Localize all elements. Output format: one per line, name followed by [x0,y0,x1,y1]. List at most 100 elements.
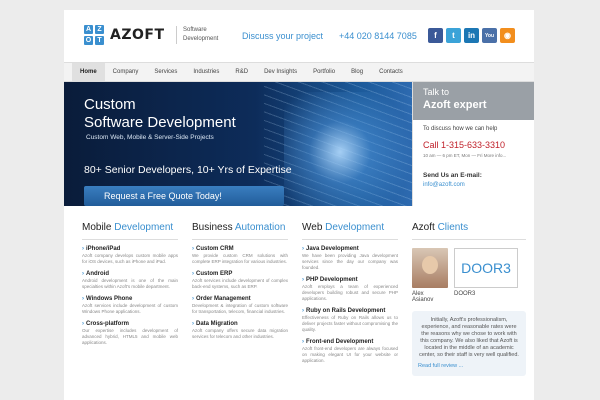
client-person-last: Asianov [412,297,434,303]
client-photo [412,248,448,288]
item-title[interactable]: Custom CRM [192,246,288,252]
talk-heading: Azoft expert [423,99,487,111]
nav-services[interactable]: Services [146,63,185,81]
nav-home[interactable]: Home [72,63,105,81]
clients-panel: Azoft Clients DOOR3 Alex Asianov DOOR3 In… [412,222,526,376]
list-item: Front-end DevelopmentAzoft front-end dev… [302,339,398,364]
column-heading: Business Automation [192,222,288,240]
talk-email-label: Send Us an E-mail: [423,172,482,179]
talk-intro: To discuss how we can help [423,126,498,132]
talk-header: Talk to Azoft expert [413,82,534,120]
services-section: Mobile Development iPhone/iPadAzoft comp… [64,206,534,400]
linkedin-icon[interactable]: in [464,28,479,43]
talk-heading: Talk to [423,87,450,97]
client-logo[interactable]: DOOR3 [454,248,518,288]
quote-text: Initially, Azoft's professionalism, expe… [419,317,519,358]
list-item: AndroidAndroid development is one of the… [82,271,178,290]
item-title[interactable]: iPhone/iPad [82,246,178,252]
item-title[interactable]: Android [82,271,178,277]
heading-text: Mobile [82,222,115,233]
nav-company[interactable]: Company [105,63,147,81]
heading-text: Azoft [412,222,438,233]
talk-to-expert-panel: Talk to Azoft expert To discuss how we c… [412,82,534,206]
social-links: f t in You ◉ [428,28,515,43]
item-title[interactable]: Data Migration [192,321,288,327]
client-names: Alex Asianov DOOR3 [412,291,526,303]
client-company-name: DOOR3 [454,291,476,297]
twitter-icon[interactable]: t [446,28,461,43]
item-title[interactable]: Order Management [192,296,288,302]
item-title[interactable]: Cross-platform [82,321,178,327]
nav-dev-insights[interactable]: Dev Insights [256,63,305,81]
tagline: Software Development [176,26,218,44]
site-header: A Z O T AZOFT Software Development Discu… [64,10,534,62]
list-item: Ruby on Rails DevelopmentEffectiveness o… [302,308,398,333]
item-title[interactable]: Front-end Development [302,339,398,345]
column-heading: Mobile Development [82,222,178,240]
page: A Z O T AZOFT Software Development Discu… [64,10,534,400]
list-item: iPhone/iPadAzoft company develops custom… [82,246,178,265]
main-nav: Home Company Services Industries R&D Dev… [64,62,534,82]
item-desc: Azoft company offers secure data migrati… [192,328,288,339]
logo-mark-icon: A Z O T [84,25,104,45]
banner-title: Software Development [84,114,236,131]
logo[interactable]: A Z O T AZOFT [84,25,165,45]
item-desc: Azoft services include development of cu… [82,303,178,314]
logo-mark-letter: A [84,25,93,34]
item-desc: Azoft employs a team of experienced deve… [302,284,398,301]
client-row: DOOR3 [412,248,526,288]
tagline-line: Software [183,27,207,33]
talk-call-phone[interactable]: Call 1-315-633-3310 [423,140,534,150]
item-title[interactable]: Java Development [302,246,398,252]
list-item: Order ManagementDevelopment & integratio… [192,296,288,315]
tagline-line: Development [183,36,219,42]
read-review-link[interactable]: Read full review ... [418,363,520,370]
youtube-icon[interactable]: You [482,28,497,43]
mobile-development-column: Mobile Development iPhone/iPadAzoft comp… [82,222,178,346]
column-heading: Web Development [302,222,398,240]
header-phone[interactable]: +44 020 8144 7085 [339,31,417,41]
client-quote: Initially, Azoft's professionalism, expe… [412,311,526,376]
item-desc: Our expertise includes development of ad… [82,328,178,345]
nav-contacts[interactable]: Contacts [371,63,411,81]
list-item: Windows PhoneAzoft services include deve… [82,296,178,315]
item-desc: Azoft services include development of co… [192,278,288,289]
list-item: Custom CRMWe provide custom CRM solution… [192,246,288,265]
column-heading: Azoft Clients [412,222,526,240]
nav-portfolio[interactable]: Portfolio [305,63,343,81]
banner-title: Custom [84,96,136,113]
list-item: Cross-platformOur expertise includes dev… [82,321,178,346]
request-quote-button[interactable]: Request a Free Quote Today! [84,186,284,206]
heading-accent: Development [114,222,174,233]
rss-icon[interactable]: ◉ [500,28,515,43]
hero-banner: Custom Software Development Custom Web, … [64,82,412,206]
logo-text: AZOFT [110,27,165,43]
heading-accent: Automation [234,222,286,233]
banner-glow [284,92,412,206]
list-item: Data MigrationAzoft company offers secur… [192,321,288,340]
item-title[interactable]: Ruby on Rails Development [302,308,398,314]
item-desc: Azoft company develops custom mobile app… [82,253,178,264]
heading-accent: Development [325,222,385,233]
nav-industries[interactable]: Industries [185,63,227,81]
heading-accent: Clients [437,222,469,233]
talk-hours: 10 am — 6 pm ET, Mon — Fri More info... [423,153,507,158]
nav-rnd[interactable]: R&D [227,63,256,81]
talk-body: To discuss how we can help Call 1-315-63… [413,120,534,188]
list-item: Java DevelopmentWe have been providing J… [302,246,398,271]
logo-mark-letter: O [84,36,93,45]
item-title[interactable]: Custom ERP [192,271,288,277]
item-desc: Development & integration of custom soft… [192,303,288,314]
talk-email-link[interactable]: info@azoft.com [423,182,534,188]
item-desc: We have been providing Java development … [302,253,398,270]
list-item: PHP DevelopmentAzoft employs a team of e… [302,277,398,302]
discuss-project-link[interactable]: Discuss your project [242,31,323,41]
item-desc: Azoft front-end developers are always fo… [302,346,398,363]
item-title[interactable]: PHP Development [302,277,398,283]
logo-mark-letter: T [95,36,104,45]
client-person-name: Alex Asianov [412,291,448,303]
facebook-icon[interactable]: f [428,28,443,43]
nav-blog[interactable]: Blog [343,63,371,81]
item-title[interactable]: Windows Phone [82,296,178,302]
list-item: Custom ERPAzoft services include develop… [192,271,288,290]
